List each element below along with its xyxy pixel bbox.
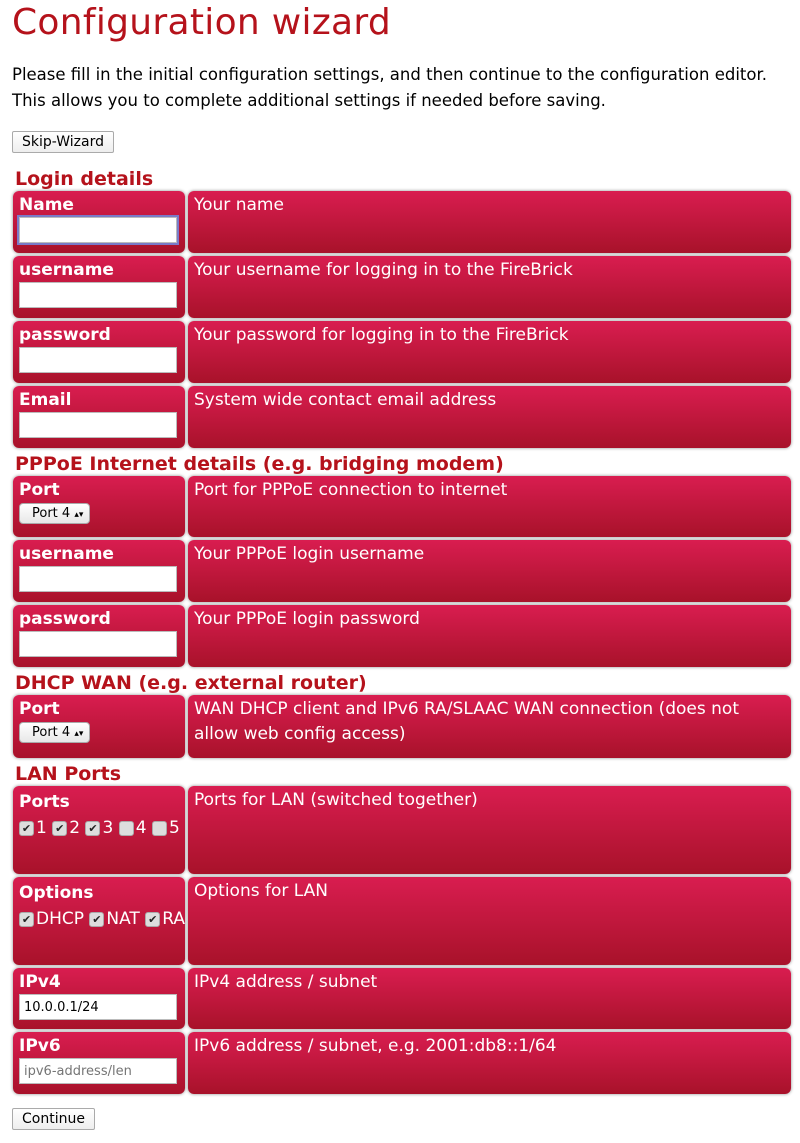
section-heading-login: Login details [15,168,154,190]
checkbox-option[interactable]: 5 [151,818,180,838]
field-label: Ports [19,792,70,812]
pppoe-port-select[interactable]: Port 4 ▴▾ [19,503,91,524]
field-description: Your name [188,191,791,253]
skip-wizard-button[interactable]: Skip-Wizard [12,131,115,153]
checkbox-option[interactable]: ✔ NAT [89,909,145,929]
field-description: Options for LAN [188,877,791,965]
checkbox-option[interactable]: ✔ RA [145,909,185,929]
section-heading-dhcp: DHCP WAN (e.g. external router) [15,672,367,694]
field-label: password [19,325,111,345]
checkbox[interactable]: ✔ [89,911,105,927]
row-ipv4: IPv4 IPv4 address / subnet [13,968,793,1029]
checkbox-option[interactable]: ✔ 1 [19,818,52,838]
name-input[interactable] [17,215,179,245]
checkbox[interactable]: ✔ [145,911,161,927]
checkbox-option[interactable]: ✔ 3 [85,818,118,838]
checkbox-option[interactable]: ✔ DHCP [19,909,89,929]
pppoe-username-input[interactable] [19,566,177,592]
selected-value: Port 4 [32,506,71,521]
field-description: Port for PPPoE connection to internet [188,476,791,537]
checkbox-label: 5 [168,818,180,838]
field-label: Email [19,390,72,410]
checkbox-label: 4 [135,818,147,838]
checkbox-label: 1 [36,818,47,838]
field-description: IPv6 address / subnet, e.g. 2001:db8::1/… [188,1032,791,1094]
checkbox-label: RA [162,909,185,929]
row-pppoe-username: username Your PPPoE login username [13,540,793,602]
field-label: Name [19,195,74,215]
checkbox[interactable] [118,820,134,836]
row-pppoe-port: Port Port 4 ▴▾ Port for PPPoE connection … [13,476,793,537]
password-input[interactable] [19,347,177,373]
email-input[interactable] [19,412,177,438]
row-lan-options: Options ✔ DHCP ✔ NAT ✔ RA Options for LAN [13,877,793,965]
field-label: Port [19,699,60,719]
ipv4-input[interactable] [19,994,177,1020]
checkbox-option[interactable]: 4 [118,818,152,838]
section-heading-pppoe: PPPoE Internet details (e.g. bridging mo… [15,453,504,475]
field-description: Your PPPoE login username [188,540,791,602]
row-ipv6: IPv6 IPv6 address / subnet, e.g. 2001:db… [13,1032,793,1094]
field-label: username [19,260,114,280]
username-input[interactable] [19,282,177,308]
checkbox-option[interactable]: ✔ 2 [52,818,85,838]
updown-arrow-icon: ▴▾ [74,510,84,520]
field-description: Your PPPoE login password [188,605,791,667]
row-dhcp-port: Port Port 4 ▴▾ WAN DHCP client and IPv6 R… [13,695,793,758]
row-name: Name Your name [13,191,793,253]
checkbox[interactable]: ✔ [19,820,34,836]
row-pppoe-password: password Your PPPoE login password [13,605,793,667]
page-title: Configuration wizard [12,2,392,43]
intro-text: Please fill in the initial configuration… [12,65,767,110]
checkbox[interactable]: ✔ [85,820,101,836]
continue-button[interactable]: Continue [12,1108,95,1130]
field-label: username [19,544,114,564]
field-label: IPv6 [19,1036,61,1056]
field-description: Your password for logging in to the Fire… [188,321,791,383]
checkbox[interactable]: ✔ [52,820,68,836]
selected-value: Port 4 [32,725,71,740]
wizard-form: Login details Name Your name username Yo… [13,166,793,1097]
pppoe-password-input[interactable] [19,631,177,657]
field-label: password [19,609,111,629]
checkbox[interactable]: ✔ [19,911,34,927]
checkbox[interactable] [151,820,167,836]
checkbox-label: 2 [69,818,81,838]
field-description: WAN DHCP client and IPv6 RA/SLAAC WAN co… [188,695,791,758]
dhcp-port-select[interactable]: Port 4 ▴▾ [19,722,91,743]
field-description: Your username for logging in to the Fire… [188,256,791,318]
checkbox-label: DHCP [36,909,84,929]
updown-arrow-icon: ▴▾ [74,729,84,739]
field-description: Ports for LAN (switched together) [188,786,791,874]
field-label: Port [19,480,60,500]
field-description: System wide contact email address [188,386,791,448]
row-lan-ports: Ports ✔ 1 ✔ 2 ✔ 3 4 5 Ports for LAN (switch… [13,786,793,874]
checkbox-label: NAT [106,909,140,929]
checkbox-label: 3 [102,818,114,838]
row-email: Email System wide contact email address [13,386,793,448]
field-label: Options [19,883,94,903]
row-password: password Your password for logging in to… [13,321,793,383]
ipv6-input[interactable] [19,1058,177,1084]
row-username: username Your username for logging in to… [13,256,793,318]
field-label: IPv4 [19,972,61,992]
field-description: IPv4 address / subnet [188,968,791,1029]
section-heading-lan: LAN Ports [15,763,122,785]
